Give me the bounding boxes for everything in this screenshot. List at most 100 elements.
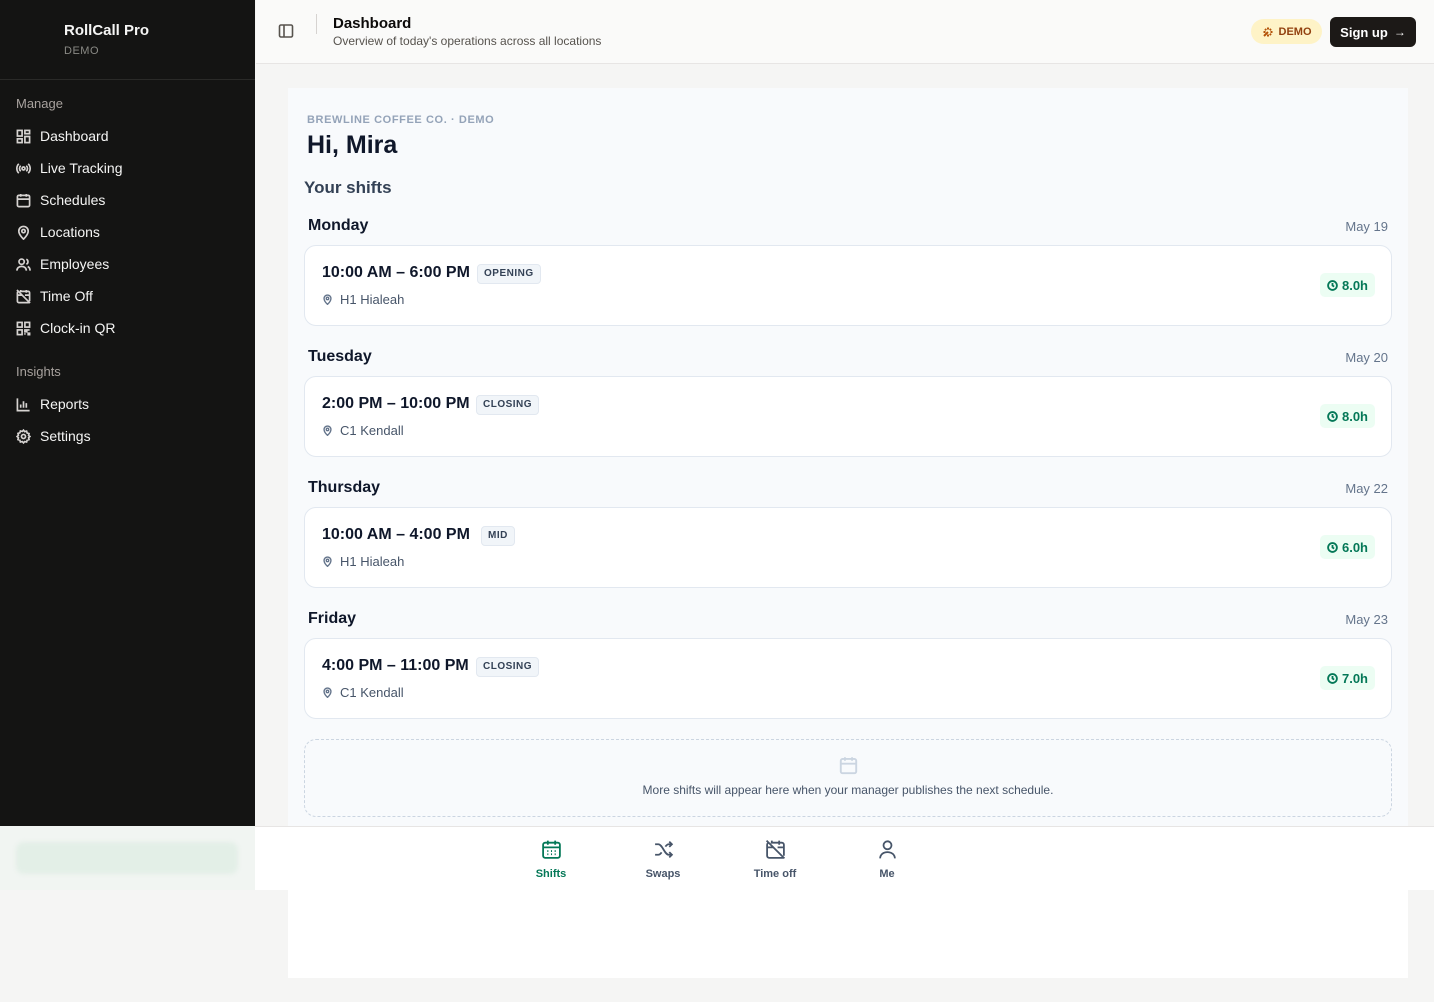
clock-icon: [1327, 672, 1338, 684]
tab-me[interactable]: Me: [847, 839, 927, 880]
shift-card[interactable]: 2:00 PM – 10:00 PM CLOSING C1 Kendall 8.…: [304, 376, 1392, 457]
sidebar-item-dashboard[interactable]: Dashboard: [16, 120, 255, 152]
sidebar-item-label: Clock-in QR: [40, 320, 116, 336]
shuffle-icon: [654, 840, 673, 859]
sidebar-toggle-button[interactable]: [278, 23, 294, 39]
user-icon: [878, 840, 896, 859]
sidebar-item-label: Dashboard: [40, 128, 109, 144]
sidebar-item-locations[interactable]: Locations: [16, 216, 255, 248]
shift-type-tag: CLOSING: [476, 395, 540, 415]
map-pin-icon: [323, 687, 332, 698]
shift-card[interactable]: 4:00 PM – 11:00 PM CLOSING C1 Kendall 7.…: [304, 638, 1392, 719]
bar-chart-icon: [16, 397, 30, 411]
hours-badge: 7.0h: [1319, 666, 1375, 690]
demo-badge-label: DEMO: [1278, 25, 1312, 38]
sidebar-item-label: Locations: [40, 224, 100, 240]
header-divider: [316, 14, 317, 34]
hours-value: 7.0h: [1341, 670, 1368, 686]
sidebar-item-label: Reports: [40, 396, 90, 412]
sidebar-item-live-tracking[interactable]: Live Tracking: [16, 152, 255, 184]
sidebar-item-clock-in-qr[interactable]: Clock-in QR: [16, 312, 255, 344]
signup-button-label: Sign up: [1340, 24, 1388, 40]
map-pin-icon: [323, 556, 332, 567]
tab-label: Shifts: [535, 868, 567, 880]
day-date: May 19: [1345, 219, 1388, 234]
map-pin-icon: [323, 425, 332, 436]
brand-name: RollCall Pro: [64, 22, 150, 39]
calendar-icon: [839, 757, 858, 775]
sparkle-icon: [1262, 27, 1272, 37]
brand-badge: DEMO: [64, 45, 99, 57]
arrow-right-icon: →: [1393, 25, 1406, 39]
signup-button[interactable]: Sign up →: [1330, 17, 1416, 47]
sidebar-item-settings[interactable]: Settings: [16, 420, 255, 452]
shift-location-label: H1 Hialeah: [340, 554, 405, 569]
shift-location: C1 Kendall: [322, 423, 404, 438]
day-name: Thursday: [308, 479, 381, 496]
shift-card[interactable]: 10:00 AM – 6:00 PM OPENING H1 Hialeah 8.…: [304, 245, 1392, 326]
page-subtitle: Overview of today's operations across al…: [333, 34, 602, 48]
nav-section-manage: Manage Dashboard Live Tracking Schedules…: [0, 80, 255, 452]
grid-icon: [16, 129, 31, 143]
qr-code-icon: [16, 321, 31, 335]
brand: RollCall Pro DEMO: [0, 0, 255, 80]
day-date: May 23: [1345, 612, 1388, 627]
shift-location-label: C1 Kendall: [340, 423, 404, 438]
sidebar-footer: [0, 826, 255, 890]
sidebar-item-reports[interactable]: Reports: [16, 388, 255, 420]
clock-icon: [1327, 410, 1338, 422]
shift-time: 10:00 AM – 6:00 PM: [322, 264, 470, 281]
bottom-tab-bar: Shifts Swaps Time off Me: [255, 826, 1434, 890]
map-pin-icon: [17, 225, 30, 240]
hours-value: 6.0h: [1341, 539, 1368, 555]
hours-badge: 6.0h: [1319, 535, 1375, 559]
sidebar-item-time-off[interactable]: Time Off: [16, 280, 255, 312]
clock-icon: [1327, 541, 1338, 553]
shift-card[interactable]: 10:00 AM – 4:00 PM MID H1 Hialeah 6.0h: [304, 507, 1392, 588]
org-line: BREWLINE COFFEE CO. · DEMO: [307, 114, 495, 126]
demo-badge: DEMO: [1251, 19, 1322, 44]
calendar-off-icon: [16, 288, 31, 304]
day-header: Monday May 19: [308, 217, 1388, 237]
sidebar-item-schedules[interactable]: Schedules: [16, 184, 255, 216]
day-header: Tuesday May 20: [308, 348, 1388, 368]
shifts-panel: BREWLINE COFFEE CO. · DEMO Hi, Mira Your…: [288, 88, 1408, 826]
nav-heading-manage: Manage: [16, 96, 63, 111]
more-shifts-text: More shifts will appear here when your m…: [642, 783, 1054, 797]
shift-location: C1 Kendall: [322, 685, 404, 700]
shift-type-tag: OPENING: [477, 264, 541, 284]
tab-label: Swaps: [645, 868, 681, 880]
day-name: Friday: [308, 610, 357, 627]
sidebar-item-label: Time Off: [40, 288, 93, 304]
calendar-icon: [541, 840, 561, 859]
clock-icon: [1327, 279, 1338, 291]
calendar-icon: [16, 193, 31, 207]
tab-shifts[interactable]: Shifts: [511, 839, 591, 880]
shift-location: H1 Hialeah: [322, 292, 404, 307]
more-shifts-note: More shifts will appear here when your m…: [304, 739, 1392, 817]
top-header: Dashboard Overview of today's operations…: [256, 0, 1434, 64]
day-date: May 20: [1345, 350, 1388, 365]
sidebar-item-label: Employees: [40, 256, 110, 272]
page-title: Dashboard: [333, 15, 412, 32]
hours-badge: 8.0h: [1319, 273, 1375, 297]
gear-icon: [16, 428, 31, 444]
tab-label: Time off: [753, 868, 797, 880]
calendar-off-icon: [765, 839, 785, 860]
sidebar-footer-placeholder: [16, 842, 238, 874]
sidebar-item-label: Settings: [40, 428, 91, 444]
day-name: Tuesday: [308, 348, 372, 365]
sidebar-item-employees[interactable]: Employees: [16, 248, 255, 280]
day-date: May 22: [1345, 481, 1388, 496]
tab-label: Me: [879, 868, 895, 880]
tab-swaps[interactable]: Swaps: [623, 839, 703, 880]
day-name: Monday: [308, 217, 369, 234]
shift-type-tag: CLOSING: [476, 657, 540, 677]
tab-time-off[interactable]: Time off: [735, 839, 815, 880]
hours-value: 8.0h: [1341, 408, 1368, 424]
greeting: Hi, Mira: [307, 131, 398, 159]
day-header: Friday May 23: [308, 610, 1388, 630]
users-icon: [16, 257, 31, 271]
panel-left-icon: [278, 24, 294, 38]
shift-time: 10:00 AM – 4:00 PM: [322, 526, 470, 543]
